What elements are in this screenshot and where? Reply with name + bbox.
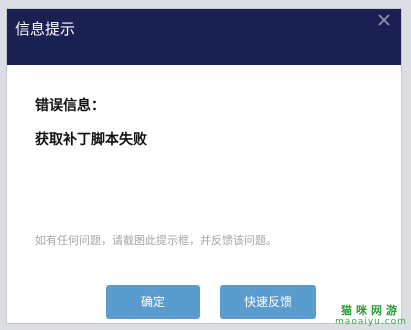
watermark-text-en: maoaiyu.com <box>335 317 407 327</box>
error-label: 错误信息： <box>35 98 105 114</box>
error-message: 获取补丁脚本失败 <box>35 132 147 148</box>
dialog-titlebar: 信息提示 <box>7 9 401 65</box>
watermark-logo: 猫咪网游 maoaiyu.com <box>335 305 407 327</box>
message-dialog: 信息提示 错误信息： 获取补丁脚本失败 如有任何问题，请截图此提示框，并反馈该问… <box>6 8 402 324</box>
ok-button[interactable]: 确定 <box>106 285 200 319</box>
dialog-title: 信息提示 <box>15 20 76 38</box>
quick-feedback-button[interactable]: 快速反馈 <box>220 285 316 319</box>
watermark-text-cn: 猫咪网游 <box>341 304 401 317</box>
close-icon[interactable] <box>376 12 392 28</box>
hint-text: 如有任何问题，请截图此提示框，并反馈该问题。 <box>35 234 277 247</box>
dialog-body: 错误信息： 获取补丁脚本失败 如有任何问题，请截图此提示框，并反馈该问题。 确定… <box>7 65 401 323</box>
